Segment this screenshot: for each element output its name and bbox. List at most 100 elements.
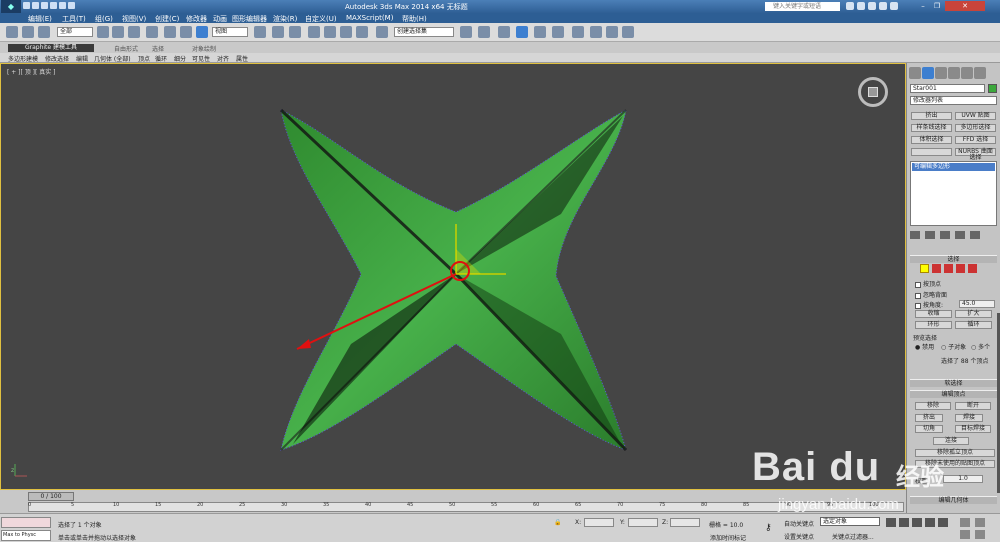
mirror-icon[interactable] [460,26,472,38]
chamfer-button[interactable]: 切角 [915,425,943,433]
break-button[interactable]: 断开 [955,402,991,410]
rendered-frame-window-icon[interactable] [606,26,618,38]
pivot-center-icon[interactable] [254,26,266,38]
viewcube-icon[interactable] [858,77,888,107]
panel-align[interactable]: 对齐 [217,54,229,63]
panel-geometry-all[interactable]: 几何体 (全部) [94,54,131,63]
bind-space-warp-icon[interactable] [38,26,50,38]
by-angle-checkbox[interactable]: 按角度: [915,300,943,309]
panel-vertices[interactable]: 顶点 [138,54,150,63]
pin-stack-icon[interactable] [910,231,920,239]
panel-polygon-modeling[interactable]: 多边形建模 [8,54,38,63]
configure-sets-icon[interactable] [970,231,980,239]
ignore-backfacing-checkbox[interactable]: 忽略背面 [915,290,947,299]
object-name-field[interactable]: Star001 [910,84,985,93]
render-production-icon[interactable] [622,26,634,38]
render-setup-icon[interactable] [590,26,602,38]
stack-item-editable-poly[interactable]: 可编辑多边形 [912,163,995,171]
curve-editor-icon[interactable] [534,26,546,38]
border-icon[interactable] [944,264,953,273]
rectangular-selection-icon[interactable] [128,26,140,38]
new-icon[interactable] [23,2,30,9]
favorites-icon[interactable] [879,2,887,10]
remove-modifier-icon[interactable] [955,231,965,239]
motion-tab-icon[interactable] [948,67,960,79]
graphite-toggle-icon[interactable] [516,26,528,38]
app-logo-icon[interactable]: ◆ [1,0,21,13]
tab-selection[interactable]: 选择 [152,44,164,53]
orbit-icon[interactable] [975,530,985,539]
window-crossing-icon[interactable] [146,26,158,38]
star-object[interactable]: z [1,64,906,490]
by-vertex-checkbox[interactable]: 按顶点 [915,279,941,288]
angle-spinner[interactable]: 45.0 [959,300,995,308]
select-manipulate-icon[interactable] [272,26,284,38]
set-key-button[interactable]: 设置关键点 [784,532,814,541]
scale-icon[interactable] [196,26,208,38]
weld-button[interactable]: 焊接 [955,414,983,422]
selection-rollout[interactable]: 选择 [910,255,997,263]
key-filters-button[interactable]: 关键点过滤器... [832,532,874,541]
show-end-result-icon[interactable] [925,231,935,239]
select-by-name-icon[interactable] [112,26,124,38]
maxscript-mini-field[interactable]: Max to Physc [1,530,51,541]
time-slider[interactable]: 0 / 100 [28,492,74,501]
layer-manager-icon[interactable] [498,26,510,38]
panel-edit[interactable]: 编辑 [76,54,88,63]
target-weld-button[interactable]: 目标焊接 [955,425,991,433]
percent-snap-icon[interactable] [340,26,352,38]
link-icon[interactable] [6,26,18,38]
vertex-icon[interactable] [920,264,929,273]
schematic-view-icon[interactable] [552,26,564,38]
undo-icon[interactable] [50,2,57,9]
nurbs-surface-select-button[interactable]: NURBS 曲面选择 [955,148,996,161]
ffd-select-button[interactable]: FFD 选择 [955,136,996,144]
menu-maxscript[interactable]: MAXScript(M) [346,14,393,22]
soft-selection-rollout[interactable]: 软选择 [910,379,997,387]
preview-subobject-radio[interactable]: ○ 子对象 [941,342,966,351]
material-editor-icon[interactable] [572,26,584,38]
object-color-swatch[interactable] [988,84,997,93]
snaps-toggle-icon[interactable] [308,26,320,38]
edit-vertices-rollout[interactable]: 编辑顶点 [910,390,997,398]
preview-multi-radio[interactable]: ○ 多个 [971,342,990,351]
hierarchy-tab-icon[interactable] [935,67,947,79]
create-tab-icon[interactable] [909,67,921,79]
z-coordinate-field[interactable] [670,518,700,527]
rotate-icon[interactable] [180,26,192,38]
reference-coordinate-dropdown[interactable]: 视图 [212,27,248,37]
viewport-top[interactable]: [ + ][ 顶 ][ 真实 ] z [0,63,906,490]
empty-modifier-button[interactable] [911,148,952,156]
panel-loops[interactable]: 循环 [155,54,167,63]
minimize-button[interactable]: – [917,1,929,11]
volume-select-button[interactable]: 体积选择 [911,136,952,144]
tab-graphite-modeling[interactable]: Graphite 建模工具 [8,44,94,52]
display-tab-icon[interactable] [961,67,973,79]
element-icon[interactable] [968,264,977,273]
preview-disabled-radio[interactable]: ● 禁用 [915,342,934,351]
project-folder-icon[interactable] [68,2,75,9]
close-button[interactable]: ✕ [945,1,985,11]
zoom-all-icon[interactable] [975,518,985,527]
poly-select-button[interactable]: 多边形选择 [955,124,996,132]
tab-object-paint[interactable]: 对象绘制 [192,44,216,53]
angle-snap-icon[interactable] [324,26,336,38]
remove-button[interactable]: 移除 [915,402,951,410]
modifier-list-dropdown[interactable]: 修改器列表 [910,96,997,105]
named-selection-set-dropdown[interactable]: 创建选择集 [394,27,454,37]
search-input[interactable]: 键入关键字或短语 [765,2,840,11]
align-icon[interactable] [478,26,490,38]
spline-select-button[interactable]: 样条线选择 [911,124,952,132]
restore-button[interactable]: ❐ [931,1,943,11]
spinner-snap-icon[interactable] [356,26,368,38]
grow-button[interactable]: 扩大 [955,310,992,318]
help-icon[interactable] [890,2,898,10]
maxscript-listener[interactable] [1,517,51,528]
shrink-button[interactable]: 收缩 [915,310,952,318]
open-icon[interactable] [32,2,39,9]
search-icon[interactable] [846,2,854,10]
panel-subdivision[interactable]: 细分 [174,54,186,63]
x-coordinate-field[interactable] [584,518,614,527]
panel-properties[interactable]: 属性 [236,54,248,63]
utilities-tab-icon[interactable] [974,67,986,79]
